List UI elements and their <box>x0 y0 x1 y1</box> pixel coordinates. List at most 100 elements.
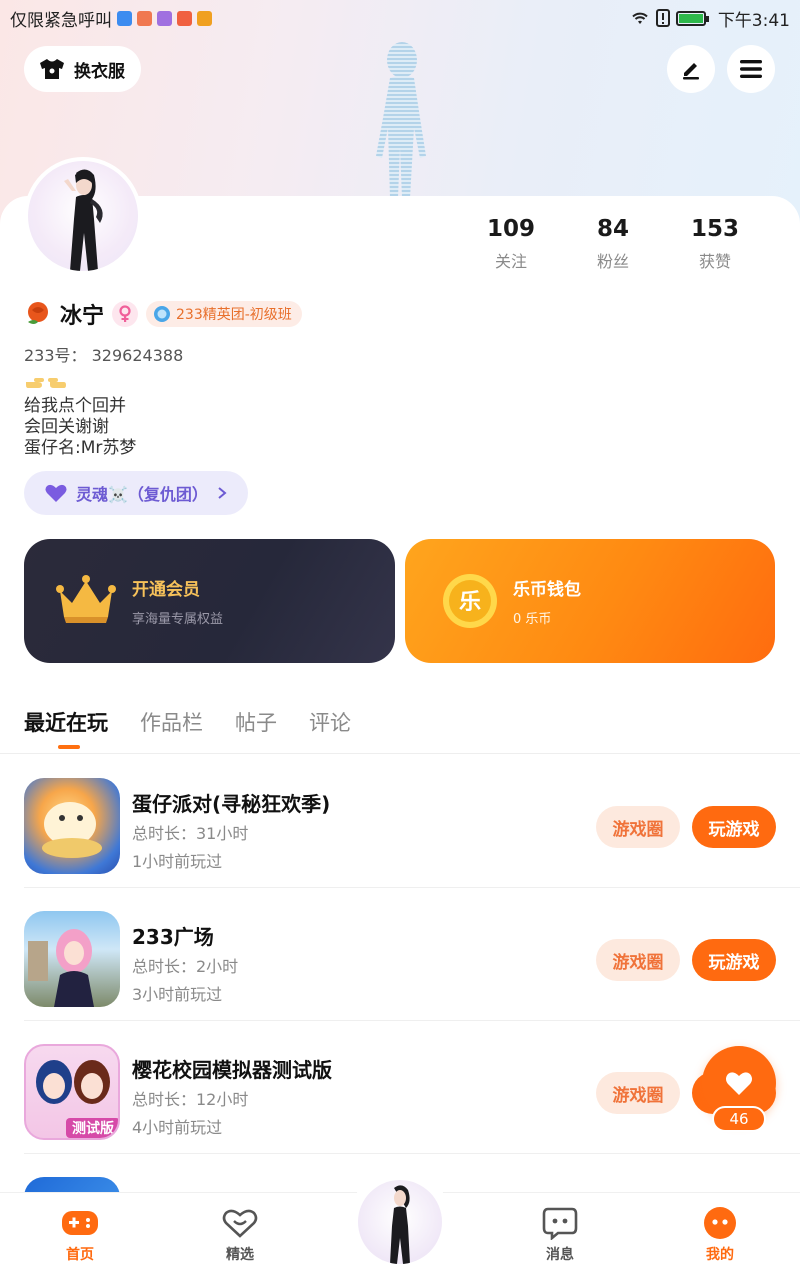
stat-followers[interactable]: 84 粉丝 <box>562 216 664 272</box>
user-name: 冰宁 <box>60 304 105 329</box>
avatar-figure <box>390 1185 410 1264</box>
stat-following-label: 关注 <box>494 252 527 271</box>
list-item[interactable]: 蛋仔派对(寻秘狂欢季) 总时长：31小时 1小时前玩过 游戏圈 玩游戏 <box>0 754 800 887</box>
game-icon-233-plaza[interactable] <box>24 911 120 1007</box>
character-model-silhouette <box>376 42 426 198</box>
user-id: 233号： 329624388 <box>24 346 184 365</box>
vip-title: 开通会员 <box>132 580 200 600</box>
game-total-time: 总时长：2小时 <box>132 957 239 976</box>
nav-me[interactable]: 我的 <box>680 1206 760 1264</box>
rank-medal-icon <box>154 306 171 322</box>
nav-messages[interactable]: 消息 <box>520 1206 600 1264</box>
coin-wallet-card[interactable]: 乐 乐币钱包 0 乐币 <box>405 539 775 663</box>
nav-featured-label: 精选 <box>226 1247 254 1263</box>
avatar[interactable] <box>24 157 142 275</box>
test-version-tag: 测试版 <box>72 1120 114 1137</box>
rank-label: 233精英团-初级班 <box>176 307 292 323</box>
message-icon <box>542 1207 578 1240</box>
nav-home[interactable]: 首页 <box>40 1206 120 1264</box>
coin-balance: 0 乐币 <box>513 612 552 627</box>
video-notification-icon <box>197 10 212 26</box>
coin-icon: 乐 <box>443 574 497 628</box>
tab-works[interactable]: 作品栏 <box>140 707 203 737</box>
stat-following[interactable]: 109 关注 <box>460 216 562 272</box>
game-total-time: 总时长：31小时 <box>132 824 249 843</box>
list-item[interactable]: 测试版 樱花校园模拟器测试版 总时长：12小时 4小时前玩过 游戏圈 玩游戏 <box>0 1020 800 1153</box>
center-avatar-button[interactable] <box>358 1180 442 1264</box>
stat-followers-label: 粉丝 <box>596 252 629 271</box>
hamburger-icon <box>740 60 762 78</box>
coin-glyph: 乐 <box>459 590 481 615</box>
tab-posts[interactable]: 帖子 <box>235 707 277 737</box>
bio-line: 给我点个回并 <box>24 396 126 416</box>
wifi-icon <box>632 12 648 24</box>
tab-recent[interactable]: 最近在玩 <box>24 707 108 737</box>
game-name: 蛋仔派对(寻秘狂欢季) <box>132 792 331 816</box>
female-gender-icon <box>112 301 139 327</box>
group-pill[interactable]: 灵魂☠️（复仇团） <box>24 471 248 515</box>
clock: 下午3:41 <box>717 10 790 31</box>
network-status-text: 仅限紧急呼叫 <box>10 10 112 31</box>
group-name: 灵魂☠️（复仇团） <box>76 485 208 504</box>
edit-profile-button[interactable] <box>667 45 715 93</box>
tshirt-icon <box>40 59 64 79</box>
like-count: 46 <box>712 1106 766 1132</box>
play-game-button[interactable]: 玩游戏 <box>692 939 776 981</box>
alert-sim-icon <box>655 9 670 27</box>
game-icon-sakura-school[interactable]: 测试版 <box>24 1044 120 1140</box>
coin-wallet-title: 乐币钱包 <box>513 580 581 600</box>
list-item[interactable]: 233广场 总时长：2小时 3小时前玩过 游戏圈 玩游戏 <box>0 887 800 1020</box>
pen-icon <box>683 63 699 80</box>
game-circle-button[interactable]: 游戏圈 <box>596 1072 680 1114</box>
music-notification-icon <box>157 10 172 26</box>
game-name: 233广场 <box>132 925 214 949</box>
name-row: 冰宁 233精英团-初级班 <box>24 298 302 330</box>
nav-featured[interactable]: 精选 <box>200 1206 280 1264</box>
nav-home-label: 首页 <box>66 1247 94 1263</box>
app-notification-icon <box>177 10 192 26</box>
purple-heart-icon <box>45 484 67 502</box>
tab-comments[interactable]: 评论 <box>309 707 351 737</box>
mail-notification-icon <box>137 10 152 26</box>
chevron-right-icon <box>218 487 227 499</box>
profile-face-icon <box>704 1207 736 1239</box>
heart-icon <box>726 1072 752 1095</box>
profile-stats: 109 关注 84 粉丝 153 获赞 <box>460 216 800 272</box>
rank-badge[interactable]: 233精英团-初级班 <box>146 301 302 327</box>
shield-notification-icon <box>117 10 132 26</box>
vip-card[interactable]: 开通会员 享海量专属权益 <box>24 539 395 663</box>
game-circle-button[interactable]: 游戏圈 <box>596 806 680 848</box>
pointing-hands-icon <box>26 378 66 388</box>
nav-me-label: 我的 <box>706 1247 734 1263</box>
gamepad-icon <box>62 1211 98 1235</box>
game-circle-button[interactable]: 游戏圈 <box>596 939 680 981</box>
battery-icon <box>675 10 709 26</box>
vip-subtitle: 享海量专属权益 <box>132 612 224 627</box>
bio-line: 会回关谢谢 <box>24 417 109 437</box>
heart-chat-icon <box>222 1209 258 1238</box>
game-last-played: 1小时前玩过 <box>132 852 223 871</box>
play-game-button[interactable]: 玩游戏 <box>692 806 776 848</box>
stat-likes[interactable]: 153 获赞 <box>664 216 766 272</box>
stat-following-count: 109 <box>486 216 535 242</box>
rose-icon <box>28 302 48 324</box>
game-icon-eggy-party[interactable] <box>24 778 120 874</box>
change-outfit-label: 换衣服 <box>74 61 125 82</box>
crown-icon <box>56 575 116 623</box>
game-name: 樱花校园模拟器测试版 <box>132 1058 332 1082</box>
game-last-played: 4小时前玩过 <box>132 1118 223 1137</box>
menu-button[interactable] <box>727 45 775 93</box>
tab-active-indicator <box>58 745 80 749</box>
change-outfit-button[interactable]: 换衣服 <box>24 46 141 92</box>
status-bar: 仅限紧急呼叫 下午3:41 <box>0 0 800 36</box>
stat-followers-count: 84 <box>596 216 629 242</box>
game-last-played: 3小时前玩过 <box>132 985 223 1004</box>
stat-likes-label: 获赞 <box>698 252 731 271</box>
stat-likes-count: 153 <box>690 216 739 242</box>
game-total-time: 总时长：12小时 <box>132 1090 249 1109</box>
profile-tabs: 最近在玩 作品栏 帖子 评论 <box>24 707 351 749</box>
bio: 给我点个回并 会回关谢谢 蛋仔名:Mr苏梦 <box>24 376 136 459</box>
nav-messages-label: 消息 <box>546 1247 574 1263</box>
bio-line: 蛋仔名:Mr苏梦 <box>24 438 137 458</box>
avatar-figure <box>64 169 103 271</box>
